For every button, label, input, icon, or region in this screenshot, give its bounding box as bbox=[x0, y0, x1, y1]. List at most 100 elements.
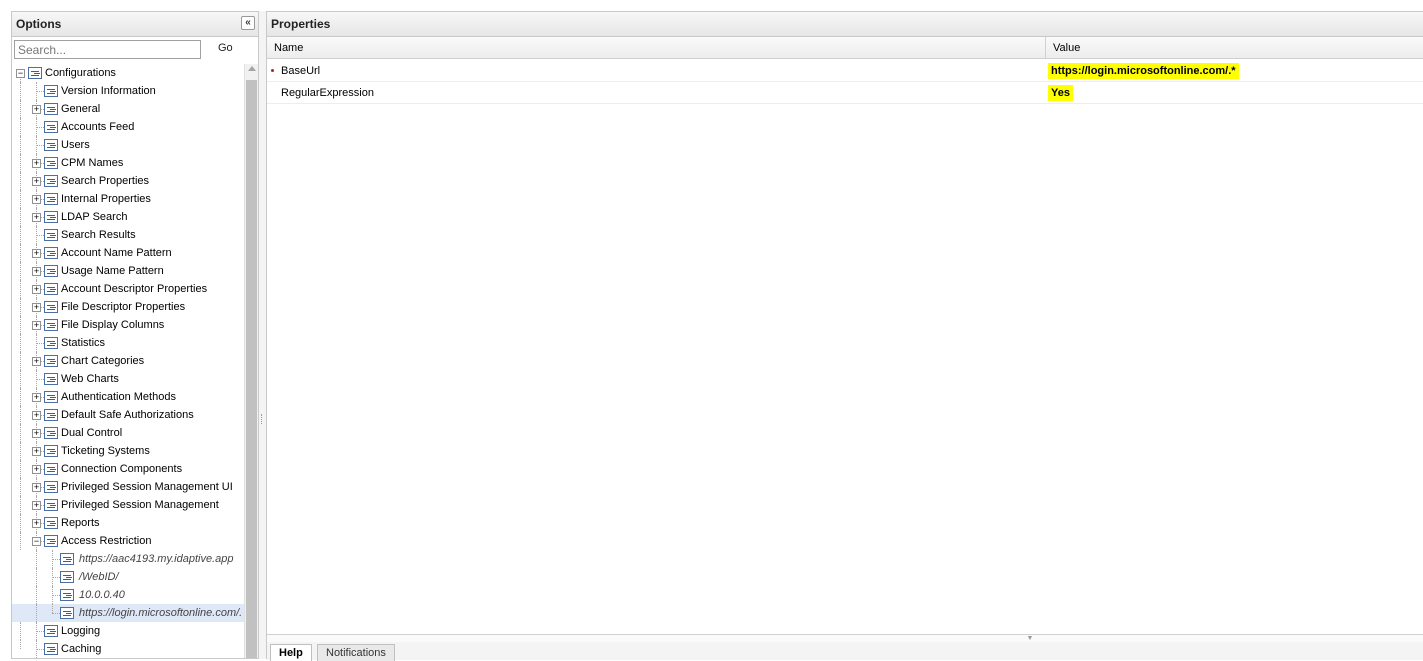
column-header-name[interactable]: Name bbox=[267, 37, 1046, 59]
property-value[interactable]: Yes bbox=[1048, 85, 1073, 101]
tree-connector bbox=[20, 622, 21, 640]
config-node-icon bbox=[44, 517, 58, 529]
sidebar-item-file-display-columns[interactable]: + File Display Columns bbox=[12, 316, 244, 334]
column-header-value[interactable]: Value bbox=[1047, 37, 1423, 59]
plus-icon[interactable]: + bbox=[32, 177, 41, 186]
sidebar-item-users[interactable]: Users bbox=[12, 136, 244, 154]
tree-scrollbar[interactable] bbox=[244, 64, 258, 658]
panel-splitter[interactable] bbox=[259, 11, 266, 659]
config-node-icon bbox=[44, 193, 58, 205]
table-row[interactable]: BaseUrl https://login.microsoftonline.co… bbox=[267, 60, 1423, 82]
tree-item-label: Authentication Methods bbox=[61, 391, 176, 403]
tree-connector bbox=[20, 118, 21, 136]
plus-icon[interactable]: + bbox=[32, 483, 41, 492]
plus-icon[interactable]: + bbox=[32, 447, 41, 456]
sidebar-item-account-descriptor-properties[interactable]: + Account Descriptor Properties bbox=[12, 280, 244, 298]
sidebar-item-version-information[interactable]: Version Information bbox=[12, 82, 244, 100]
scroll-thumb[interactable] bbox=[246, 80, 257, 658]
plus-icon[interactable]: + bbox=[32, 519, 41, 528]
tree-item-label: Web Charts bbox=[61, 373, 119, 385]
tab-notifications[interactable]: Notifications bbox=[317, 644, 395, 661]
sidebar-item-web-charts[interactable]: Web Charts bbox=[12, 370, 244, 388]
tree-connector bbox=[36, 586, 37, 604]
tree-subitem[interactable]: https://login.microsoftonline.com/. bbox=[12, 604, 244, 622]
sidebar-item-file-descriptor-properties[interactable]: + File Descriptor Properties bbox=[12, 298, 244, 316]
sidebar-item-ticketing-systems[interactable]: + Ticketing Systems bbox=[12, 442, 244, 460]
sidebar-item-dual-control[interactable]: + Dual Control bbox=[12, 424, 244, 442]
properties-header: Properties bbox=[267, 12, 1423, 37]
property-value[interactable]: https://login.microsoftonline.com/.* bbox=[1048, 63, 1239, 79]
plus-icon[interactable]: + bbox=[32, 501, 41, 510]
config-node-icon bbox=[44, 337, 58, 349]
config-node-icon bbox=[44, 283, 58, 295]
sidebar-item-internal-properties[interactable]: + Internal Properties bbox=[12, 190, 244, 208]
sidebar-item-privileged-session-management-ui[interactable]: + Privileged Session Management UI bbox=[12, 478, 244, 496]
sidebar-item-search-results[interactable]: Search Results bbox=[12, 226, 244, 244]
tree-connector bbox=[20, 388, 21, 406]
tree-connector bbox=[36, 631, 44, 632]
sidebar-item-access-restriction[interactable]: − Access Restriction bbox=[12, 532, 244, 550]
plus-icon[interactable]: + bbox=[32, 303, 41, 312]
sidebar-item-statistics[interactable]: Statistics bbox=[12, 334, 244, 352]
config-node-icon bbox=[44, 445, 58, 457]
tree-subitem[interactable]: 10.0.0.40 bbox=[12, 586, 244, 604]
table-row[interactable]: RegularExpression Yes bbox=[267, 82, 1423, 104]
scroll-up-arrow-icon[interactable] bbox=[248, 66, 256, 71]
minus-icon[interactable]: − bbox=[16, 69, 25, 78]
sidebar-item-connection-components[interactable]: + Connection Components bbox=[12, 460, 244, 478]
tree-subitem[interactable]: https://aac4193.my.idaptive.app bbox=[12, 550, 244, 568]
config-node-icon bbox=[44, 355, 58, 367]
config-node-icon bbox=[44, 373, 58, 385]
tree-item-label: Chart Categories bbox=[61, 355, 145, 367]
tree-connector bbox=[20, 442, 21, 460]
minus-icon[interactable]: − bbox=[32, 537, 41, 546]
tree-subitem[interactable]: /WebID/ bbox=[12, 568, 244, 586]
plus-icon[interactable]: + bbox=[32, 267, 41, 276]
sidebar-item-reports[interactable]: + Reports bbox=[12, 514, 244, 532]
config-node-icon bbox=[44, 121, 58, 133]
tree-item-label: File Display Columns bbox=[61, 319, 165, 331]
plus-icon[interactable]: + bbox=[32, 321, 41, 330]
tab-help[interactable]: Help bbox=[270, 644, 312, 661]
tree-item-configurations[interactable]: − Configurations bbox=[12, 64, 244, 82]
config-node-icon bbox=[44, 103, 58, 115]
plus-icon[interactable]: + bbox=[32, 465, 41, 474]
sidebar-item-chart-categories[interactable]: + Chart Categories bbox=[12, 352, 244, 370]
chevron-down-icon[interactable]: ▼ bbox=[1024, 635, 1036, 642]
sidebar-item-cpm-names[interactable]: + CPM Names bbox=[12, 154, 244, 172]
plus-icon[interactable]: + bbox=[32, 195, 41, 204]
sidebar-item-accounts-feed[interactable]: Accounts Feed bbox=[12, 118, 244, 136]
go-button[interactable]: Go bbox=[218, 42, 233, 54]
plus-icon[interactable]: + bbox=[32, 357, 41, 366]
sidebar-item-logging[interactable]: Logging bbox=[12, 622, 244, 640]
tree-connector bbox=[36, 604, 37, 622]
plus-icon[interactable]: + bbox=[32, 213, 41, 222]
sidebar-item-caching[interactable]: Caching bbox=[12, 640, 244, 658]
tree-item-label: File Descriptor Properties bbox=[61, 301, 186, 313]
double-chevron-left-icon[interactable]: « bbox=[241, 16, 255, 30]
search-input[interactable] bbox=[14, 40, 201, 59]
bottom-splitter[interactable]: ▼ bbox=[267, 634, 1423, 642]
sidebar-item-privileged-session-management[interactable]: + Privileged Session Management bbox=[12, 496, 244, 514]
sidebar-item-authentication-methods[interactable]: + Authentication Methods bbox=[12, 388, 244, 406]
tree-connector bbox=[36, 568, 37, 586]
sidebar-item-default-safe-authorizations[interactable]: + Default Safe Authorizations bbox=[12, 406, 244, 424]
sidebar-item-account-name-pattern[interactable]: + Account Name Pattern bbox=[12, 244, 244, 262]
tree-connector bbox=[20, 280, 21, 298]
plus-icon[interactable]: + bbox=[32, 429, 41, 438]
tree-connector bbox=[20, 496, 21, 514]
sidebar-item-general[interactable]: + General bbox=[12, 100, 244, 118]
options-panel: Options « Go − Configurations Version Info… bbox=[11, 11, 259, 659]
plus-icon[interactable]: + bbox=[32, 393, 41, 402]
tree-subitem-label: https://aac4193.my.idaptive.app bbox=[79, 553, 234, 565]
plus-icon[interactable]: + bbox=[32, 159, 41, 168]
config-node-icon bbox=[44, 463, 58, 475]
plus-icon[interactable]: + bbox=[32, 411, 41, 420]
plus-icon[interactable]: + bbox=[32, 105, 41, 114]
plus-icon[interactable]: + bbox=[32, 285, 41, 294]
tree-subitem-label: 10.0.0.40 bbox=[79, 589, 125, 601]
sidebar-item-usage-name-pattern[interactable]: + Usage Name Pattern bbox=[12, 262, 244, 280]
sidebar-item-search-properties[interactable]: + Search Properties bbox=[12, 172, 244, 190]
plus-icon[interactable]: + bbox=[32, 249, 41, 258]
sidebar-item-ldap-search[interactable]: + LDAP Search bbox=[12, 208, 244, 226]
